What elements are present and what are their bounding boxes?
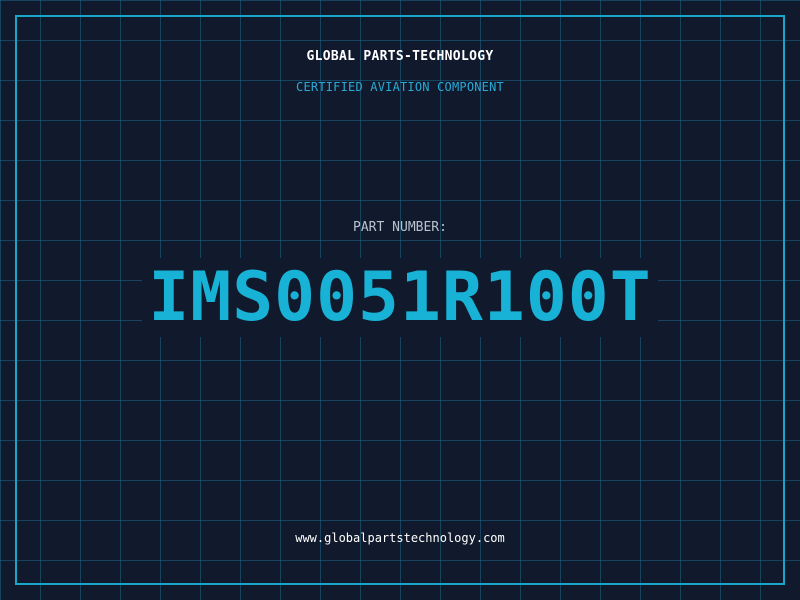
brand-title: GLOBAL PARTS-TECHNOLOGY (306, 49, 494, 64)
brand-tagline: CERTIFIED AVIATION COMPONENT (296, 80, 504, 94)
part-number-label: PART NUMBER: (353, 220, 447, 235)
part-number-value: IMS0051R100T (142, 258, 658, 337)
part-card: GLOBAL PARTS-TECHNOLOGY CERTIFIED AVIATI… (0, 0, 800, 600)
part-number-value-wrap: IMS0051R100T (0, 258, 800, 338)
website-link[interactable]: www.globalpartstechnology.com (0, 531, 800, 545)
